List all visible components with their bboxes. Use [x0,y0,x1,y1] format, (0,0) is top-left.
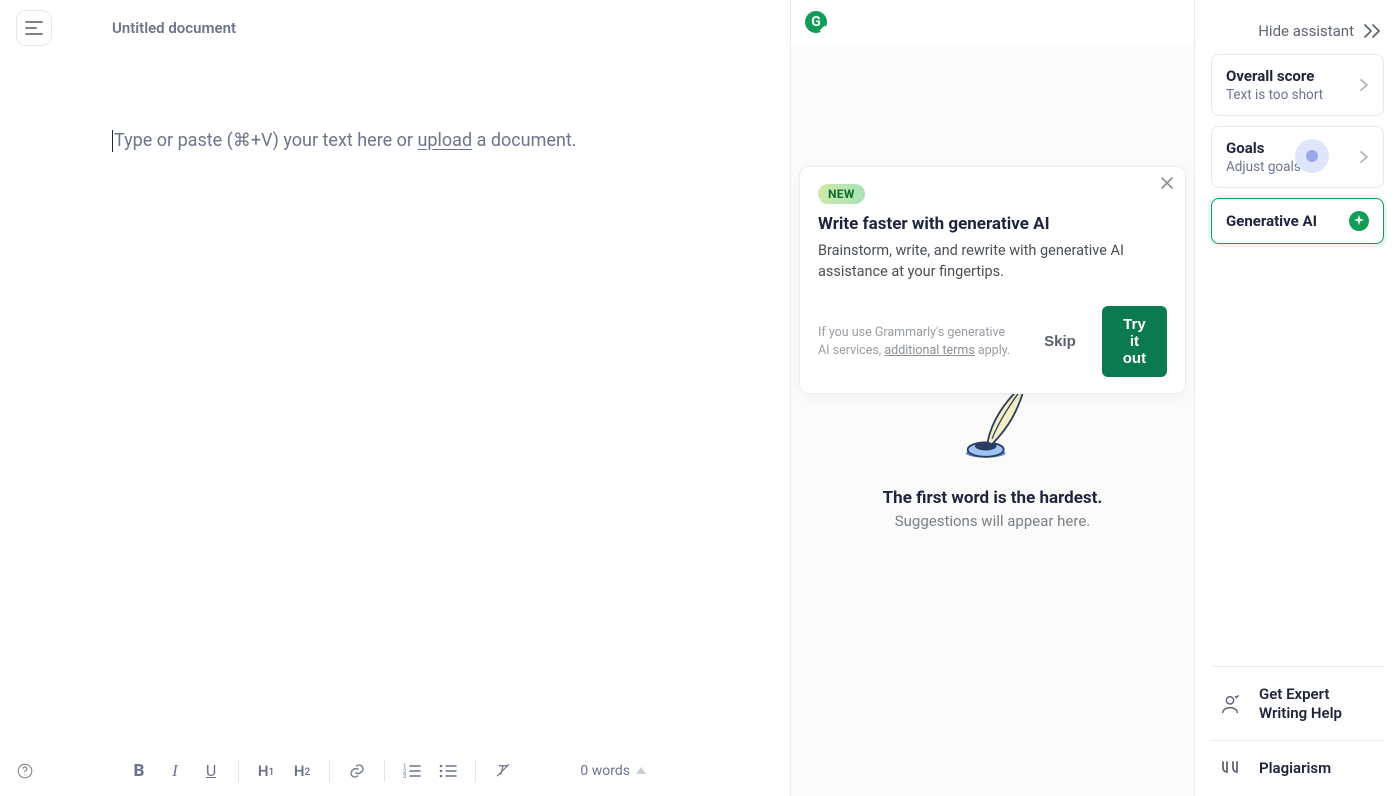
toolbar-separator [329,760,330,782]
goals-title: Goals [1226,139,1359,157]
chevron-right-icon [1359,78,1369,92]
h1-button[interactable]: H1 [257,759,275,783]
sidebar-panel: Hide assistant Overall score Text is too… [1195,0,1400,796]
generative-ai-promo-card: NEW Write faster with generative AI Brai… [799,166,1186,394]
promo-legal-text: If you use Grammarly's generative AI ser… [818,324,1018,359]
overall-score-card[interactable]: Overall score Text is too short [1211,54,1384,116]
additional-terms-link[interactable]: additional terms [884,343,974,358]
chevron-double-right-icon [1362,23,1382,39]
try-it-out-button[interactable]: Try it out [1102,306,1167,377]
new-badge: NEW [818,184,865,204]
toolbar-separator [238,760,239,782]
placeholder-post: a document. [472,130,576,151]
empty-state: The first word is the hardest. Suggestio… [883,374,1103,530]
link-icon [348,762,366,780]
ordered-list-button[interactable]: 123 [403,759,421,783]
help-button[interactable] [14,760,36,782]
editor-header: Untitled document [0,0,790,56]
empty-subtitle: Suggestions will appear here. [895,512,1091,530]
editor-toolbar: B I U H1 H2 123 0 words [0,744,790,796]
document-title[interactable]: Untitled document [112,19,236,37]
empty-title: The first word is the hardest. [883,488,1103,508]
promo-description: Brainstorm, write, and rewrite with gene… [818,240,1138,282]
word-count-text: 0 words [580,763,630,779]
hide-assistant-label: Hide assistant [1258,22,1354,40]
placeholder-pre: Type or paste (⌘+V) your text here or [114,130,418,151]
assistant-header: G [791,0,1194,44]
promo-title: Write faster with generative AI [818,214,1167,234]
skip-button[interactable]: Skip [1038,325,1082,358]
chevron-right-icon [1359,150,1369,164]
toolbar-separator [384,760,385,782]
menu-icon [25,21,43,35]
close-icon [1161,177,1173,189]
italic-button[interactable]: I [166,759,184,783]
menu-button[interactable] [16,10,52,46]
underline-button[interactable]: U [202,759,220,783]
generative-ai-title: Generative AI [1226,212,1349,230]
unordered-list-icon [439,763,457,779]
bold-button[interactable]: B [130,759,148,783]
plagiarism-button[interactable]: Plagiarism [1211,740,1384,796]
overall-score-sub: Text is too short [1226,87,1359,103]
overall-score-title: Overall score [1226,67,1359,85]
upload-link[interactable]: upload [418,130,473,151]
expert-icon [1217,693,1243,715]
attention-pulse-icon [1295,139,1329,173]
unordered-list-button[interactable] [439,759,457,783]
promo-footer: If you use Grammarly's generative AI ser… [818,306,1167,377]
editor-placeholder: Type or paste (⌘+V) your text here or up… [112,130,790,152]
hide-assistant-button[interactable]: Hide assistant [1211,10,1384,54]
h2-button[interactable]: H2 [293,759,311,783]
close-button[interactable] [1161,177,1173,189]
link-button[interactable] [348,759,366,783]
clear-formatting-button[interactable] [494,759,512,783]
goals-card[interactable]: Goals Adjust goals [1211,126,1384,188]
svg-text:3: 3 [403,773,406,779]
grammarly-logo-icon: G [805,11,827,33]
plagiarism-icon [1217,760,1243,778]
editor-panel: Untitled document Type or paste (⌘+V) yo… [0,0,790,796]
assistant-panel: G NEW Write faster with generative AI Br… [790,0,1195,796]
plagiarism-label: Plagiarism [1259,759,1331,778]
clear-format-icon [494,762,512,780]
formatting-group: B I U H1 H2 123 [130,759,512,783]
expand-icon [636,767,646,774]
text-cursor [112,130,113,152]
ordered-list-icon: 123 [403,763,421,779]
help-icon [16,762,34,780]
toolbar-separator [475,760,476,782]
get-expert-help-button[interactable]: Get Expert Writing Help [1211,666,1384,741]
word-count[interactable]: 0 words [580,763,646,779]
generative-ai-card[interactable]: Generative AI [1211,198,1384,244]
goals-sub: Adjust goals [1226,159,1359,175]
assistant-body: NEW Write faster with generative AI Brai… [791,44,1194,796]
editor-body[interactable]: Type or paste (⌘+V) your text here or up… [0,56,790,744]
sparkle-icon [1349,211,1369,231]
expert-label: Get Expert Writing Help [1259,685,1369,723]
